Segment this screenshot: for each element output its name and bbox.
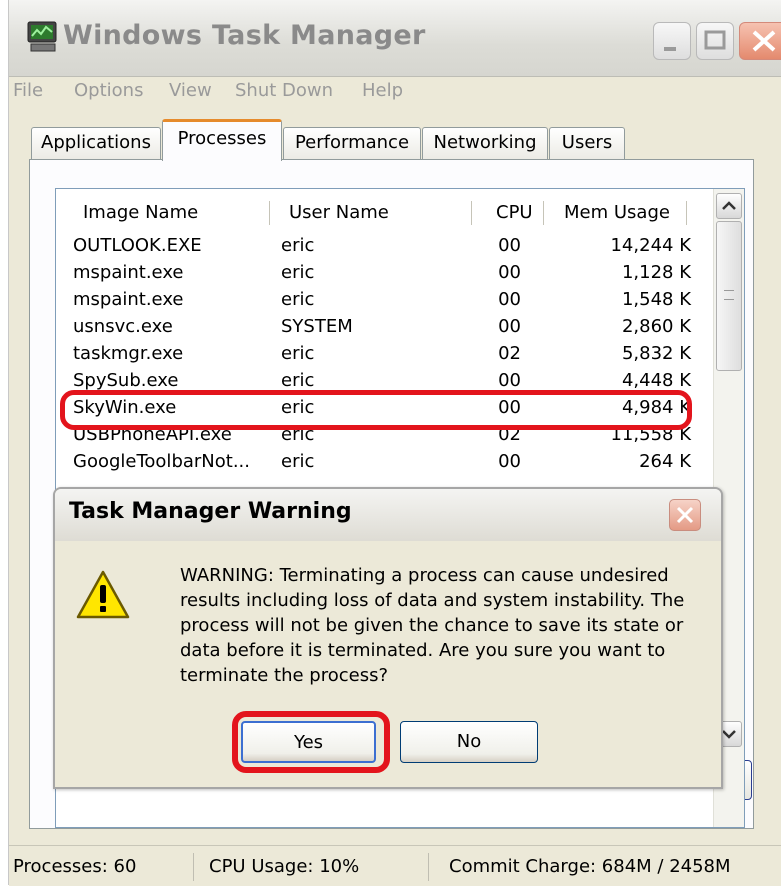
cell-image-name: usnsvc.exe <box>73 316 173 337</box>
dialog-title-bar[interactable]: Task Manager Warning <box>55 489 721 541</box>
maximize-button[interactable] <box>696 22 734 60</box>
menu-file[interactable]: File <box>13 80 43 101</box>
scroll-thumb[interactable] <box>716 221 742 371</box>
highlight-annotation-process <box>60 390 692 430</box>
cell-image-name: taskmgr.exe <box>73 343 184 364</box>
status-bar: Processes: 60 CPU Usage: 10% Commit Char… <box>9 845 781 886</box>
tab-performance[interactable]: Performance <box>283 127 421 159</box>
cell-image-name: OUTLOOK.EXE <box>73 235 202 256</box>
maximize-icon <box>704 30 726 50</box>
cell-mem-usage: 1,548 K <box>621 289 691 310</box>
cell-user-name: eric <box>281 370 315 391</box>
dialog-title: Task Manager Warning <box>69 499 352 524</box>
cell-cpu: 00 <box>498 370 521 391</box>
cell-user-name: SYSTEM <box>281 316 353 337</box>
cell-cpu: 00 <box>498 289 521 310</box>
column-divider[interactable] <box>269 201 270 225</box>
column-divider[interactable] <box>543 201 544 225</box>
title-bar[interactable]: Windows Task Manager <box>9 0 781 77</box>
dialog-close-button[interactable] <box>669 499 701 531</box>
column-user-name[interactable]: User Name <box>289 202 389 223</box>
menu-view[interactable]: View <box>169 80 212 101</box>
cell-image-name: mspaint.exe <box>73 262 184 283</box>
scroll-up-button[interactable] <box>716 193 742 219</box>
minimize-icon <box>664 47 676 51</box>
cell-cpu: 02 <box>498 343 521 364</box>
menu-shut-down[interactable]: Shut Down <box>235 80 333 101</box>
column-image-name[interactable]: Image Name <box>83 202 198 223</box>
status-commit-charge: Commit Charge: 684M / 2458M <box>449 856 731 877</box>
cell-mem-usage: 264 K <box>639 451 691 472</box>
close-icon <box>676 506 694 524</box>
cell-mem-usage: 5,832 K <box>621 343 691 364</box>
cell-mem-usage: 4,448 K <box>621 370 691 391</box>
cell-cpu: 00 <box>498 235 521 256</box>
cell-user-name: eric <box>281 343 315 364</box>
tab-users[interactable]: Users <box>549 127 625 159</box>
tab-applications[interactable]: Applications <box>31 127 161 159</box>
cell-image-name: mspaint.exe <box>73 289 184 310</box>
dialog-message: WARNING: Terminating a process can cause… <box>180 565 685 686</box>
highlight-annotation-yes <box>232 711 390 773</box>
cell-user-name: eric <box>281 289 315 310</box>
tab-processes[interactable]: Processes <box>162 119 282 161</box>
menu-options[interactable]: Options <box>74 80 143 101</box>
cell-mem-usage: 1,128 K <box>621 262 691 283</box>
process-list-header: Image Name User Name CPU Mem Usage <box>56 189 716 233</box>
minimize-button[interactable] <box>653 22 691 60</box>
cell-mem-usage: 2,860 K <box>621 316 691 337</box>
column-divider[interactable] <box>471 201 472 225</box>
table-row[interactable]: OUTLOOK.EXE eric 00 14,244 K <box>56 233 716 260</box>
scroll-up-icon <box>722 201 736 210</box>
close-button[interactable] <box>739 22 781 60</box>
table-row[interactable]: taskmgr.exe eric 02 5,832 K <box>56 341 716 368</box>
cell-user-name: eric <box>281 451 315 472</box>
status-processes: Processes: 60 <box>9 853 194 881</box>
tab-strip: Applications Processes Performance Netwo… <box>9 115 781 161</box>
cell-image-name: SpySub.exe <box>73 370 179 391</box>
cell-cpu: 00 <box>498 262 521 283</box>
column-cpu[interactable]: CPU <box>496 202 533 223</box>
table-row[interactable]: mspaint.exe eric 00 1,128 K <box>56 260 716 287</box>
status-cpu-usage: CPU Usage: 10% <box>199 853 429 881</box>
column-mem-usage[interactable]: Mem Usage <box>564 202 670 223</box>
cell-user-name: eric <box>281 235 315 256</box>
tab-networking[interactable]: Networking <box>422 127 548 159</box>
thumb-grip <box>724 290 734 300</box>
table-row[interactable]: mspaint.exe eric 00 1,548 K <box>56 287 716 314</box>
close-icon <box>752 30 776 52</box>
table-row[interactable]: GoogleToolbarNot... eric 00 264 K <box>56 449 716 476</box>
warning-icon <box>76 570 130 619</box>
cell-image-name: GoogleToolbarNot... <box>73 451 250 472</box>
cell-cpu: 00 <box>498 451 521 472</box>
no-button[interactable]: No <box>400 721 538 763</box>
menu-help[interactable]: Help <box>362 80 403 101</box>
column-divider[interactable] <box>686 201 687 225</box>
menu-bar: File Options View Shut Down Help <box>9 76 781 108</box>
task-manager-icon <box>27 21 57 52</box>
cell-cpu: 00 <box>498 316 521 337</box>
table-row[interactable]: usnsvc.exe SYSTEM 00 2,860 K <box>56 314 716 341</box>
window-title: Windows Task Manager <box>63 20 426 51</box>
cell-user-name: eric <box>281 262 315 283</box>
cell-mem-usage: 14,244 K <box>610 235 691 256</box>
